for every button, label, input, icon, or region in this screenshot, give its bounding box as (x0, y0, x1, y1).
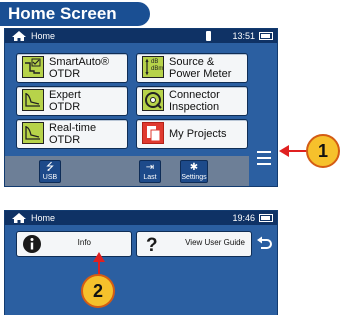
tile-source-power-meter[interactable]: dB dBm Source & Power Meter (136, 53, 248, 83)
tile-label: Connector Inspection (169, 89, 220, 113)
tile-label: Source & Power Meter (169, 56, 232, 80)
callout-2-arrow (93, 252, 105, 276)
tile-label: Real-time OTDR (49, 122, 97, 146)
usb-icon: ⭍ (45, 162, 55, 173)
my-projects-icon (142, 122, 164, 144)
info-screen: Home 19:46 Info ? View User Guide (4, 210, 278, 315)
last-icon: ⇥ (145, 162, 155, 173)
expert-otdr-icon (22, 89, 44, 111)
callout-1-arrow (279, 145, 307, 157)
gear-icon: ✱ (189, 162, 199, 173)
home-screen: Home 13:51 SmartAuto® OTDR dB dBm Source… (4, 28, 278, 187)
battery-icon (259, 32, 273, 40)
bottom-toolbar: ⭍ USB ⇥ Last ✱ Settings (5, 156, 249, 186)
hamburger-icon (257, 151, 271, 153)
tile-realtime-otdr[interactable]: Real-time OTDR (16, 119, 128, 149)
home-icon[interactable] (11, 30, 27, 42)
home-icon[interactable] (11, 212, 27, 224)
info-icon (23, 235, 41, 253)
last-button[interactable]: ⇥ Last (139, 160, 161, 183)
tile-my-projects[interactable]: My Projects (136, 119, 248, 149)
svg-text:?: ? (146, 235, 158, 254)
menu-button[interactable] (249, 136, 277, 185)
status-time: 19:46 (232, 213, 255, 223)
connector-inspection-icon (142, 89, 164, 111)
settings-button[interactable]: ✱ Settings (180, 160, 208, 183)
tile-label: Info (77, 238, 91, 247)
status-home-label: Home (31, 31, 56, 41)
usb-storage-icon (206, 31, 211, 41)
section-title: Home Screen (0, 2, 150, 26)
tile-view-user-guide[interactable]: ? View User Guide (136, 231, 252, 257)
callout-2: 2 (81, 274, 115, 308)
tile-smartauto-otdr[interactable]: SmartAuto® OTDR (16, 53, 128, 83)
tile-connector-inspection[interactable]: Connector Inspection (136, 86, 248, 116)
status-home-label: Home (31, 213, 56, 223)
db-dbm-text: dB dBm (151, 59, 164, 72)
status-bar: Home 19:46 (5, 211, 277, 225)
smartauto-otdr-icon (22, 56, 44, 78)
tile-label: SmartAuto® OTDR (49, 56, 110, 80)
callout-1: 1 (306, 134, 340, 168)
source-power-meter-icon: dB dBm (142, 56, 164, 78)
status-time: 13:51 (232, 31, 255, 41)
battery-icon (259, 214, 273, 222)
question-icon: ? (146, 235, 158, 254)
usb-button[interactable]: ⭍ USB (39, 160, 61, 183)
tile-expert-otdr[interactable]: Expert OTDR (16, 86, 128, 116)
tile-label: My Projects (169, 128, 227, 140)
tile-label: Expert OTDR (49, 89, 81, 113)
realtime-otdr-icon (22, 122, 44, 144)
back-arrow-icon[interactable] (255, 235, 273, 253)
tile-info[interactable]: Info (16, 231, 132, 257)
tile-label: View User Guide (185, 238, 245, 247)
status-bar: Home 13:51 (5, 29, 277, 43)
